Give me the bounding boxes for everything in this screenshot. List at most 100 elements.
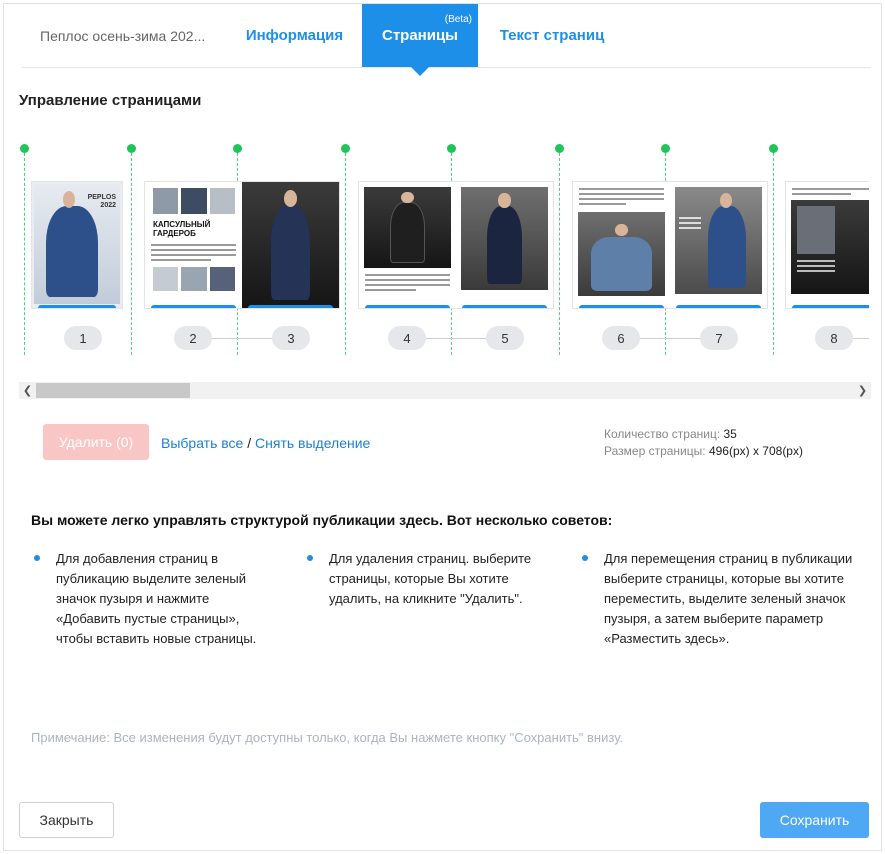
page-size-value: 496(px) x 708(px) (708, 444, 803, 458)
page-number[interactable]: 5 (486, 326, 524, 350)
page-count: Количество страниц: 35 (604, 426, 803, 443)
page-number[interactable]: 1 (64, 326, 102, 350)
photo-grid (153, 188, 235, 214)
model-head (498, 193, 511, 208)
delete-button[interactable]: Удалить (0) (43, 424, 149, 460)
page-selection-bar (365, 305, 450, 308)
insert-bubble-icon[interactable] (555, 144, 564, 153)
page-spread[interactable]: КАПСУЛЬНЫЙ ГАРДЕРОБ (144, 181, 340, 309)
insert-bubble-icon[interactable] (341, 144, 350, 153)
spread-heading: КАПСУЛЬНЫЙ ГАРДЕРОБ (153, 220, 211, 238)
text-block (365, 274, 450, 294)
horizontal-scrollbar[interactable]: ❮ ❯ (19, 382, 871, 399)
insert-line (559, 153, 560, 355)
spread-connector (639, 338, 709, 339)
insert-bubble-icon[interactable] (127, 144, 136, 153)
page-5[interactable] (456, 182, 553, 308)
page-selection-bar (151, 305, 236, 308)
page-photo (791, 200, 869, 294)
tip-item: Для удаления страниц. выберите страницы,… (307, 549, 559, 609)
page-number[interactable]: 3 (272, 326, 310, 350)
bullet-icon (307, 555, 313, 561)
pages-strip: PEPLOS 2022 КАПСУЛЬНЫЙ ГАРДЕРОБ 1 2 3 4 … (19, 134, 869, 364)
page-1[interactable]: PEPLOS 2022 (32, 182, 122, 308)
insert-bubble-icon[interactable] (447, 144, 456, 153)
page-count-label: Количество страниц: (604, 427, 721, 441)
save-button[interactable]: Сохранить (760, 802, 869, 838)
photo-grid (153, 267, 235, 291)
page-6[interactable] (573, 182, 670, 308)
page-spread[interactable] (358, 181, 554, 309)
tab-bar: Пеплос осень-зима 202... Информация Стра… (22, 4, 871, 76)
page-thumbnail[interactable] (785, 181, 869, 309)
active-tab-arrow-icon (411, 67, 429, 76)
insert-bubble-icon[interactable] (20, 144, 29, 153)
text-block (792, 188, 869, 198)
close-button[interactable]: Закрыть (19, 802, 114, 838)
insert-marker[interactable] (20, 144, 30, 356)
insert-line (773, 153, 774, 355)
cover-photo: PEPLOS 2022 (34, 184, 120, 304)
spread-connector (211, 338, 281, 339)
page-spread[interactable] (572, 181, 768, 309)
text-block (797, 260, 835, 275)
page-number[interactable]: 4 (388, 326, 426, 350)
model-figure (591, 237, 652, 291)
page-photo (675, 187, 762, 294)
beta-badge: (Beta) (444, 14, 472, 25)
page-number[interactable]: 8 (815, 326, 853, 350)
page-number[interactable]: 7 (700, 326, 738, 350)
page-selection-bar (792, 305, 869, 308)
page-selection-bar (579, 305, 664, 308)
scroll-left-icon[interactable]: ❮ (19, 382, 36, 399)
page-size-label: Размер страницы: (604, 444, 706, 458)
tab-page-text[interactable]: Текст страниц (492, 4, 612, 67)
page-selection-bar (38, 305, 116, 308)
insert-line (345, 153, 346, 355)
tip-item: Для добавления страниц в публикацию выде… (34, 549, 276, 649)
select-all-link[interactable]: Выбрать все (161, 435, 243, 451)
insert-marker[interactable] (555, 144, 565, 356)
page-photo (578, 212, 665, 296)
page-number[interactable]: 6 (602, 326, 640, 350)
page-thumbnail[interactable]: PEPLOS 2022 (31, 181, 123, 309)
tab-document-title[interactable]: Пеплос осень-зима 202... (22, 4, 227, 67)
insert-line (131, 153, 132, 355)
insert-bubble-icon[interactable] (769, 144, 778, 153)
page-selection-bar (462, 305, 547, 308)
page-number[interactable]: 2 (174, 326, 212, 350)
cover-logo: PEPLOS (87, 194, 116, 201)
page-stats: Количество страниц: 35 Размер страницы: … (604, 426, 803, 460)
insert-marker[interactable] (127, 144, 137, 356)
insert-marker[interactable] (769, 144, 779, 356)
tip-text: Для добавления страниц в публикацию выде… (56, 551, 257, 646)
insert-marker[interactable] (341, 144, 351, 356)
page-selection-bar (676, 305, 761, 308)
scrollbar-thumb[interactable] (36, 383, 190, 398)
insert-bubble-icon[interactable] (233, 144, 242, 153)
page-photo (364, 187, 451, 268)
text-block (679, 217, 701, 232)
pages-dialog: Пеплос осень-зима 202... Информация Стра… (3, 3, 882, 851)
page-2[interactable]: КАПСУЛЬНЫЙ ГАРДЕРОБ (145, 182, 242, 308)
bullet-icon (34, 555, 40, 561)
tip-text: Для перемещения страниц в публикации выб… (604, 551, 853, 646)
tip-text: Для удаления страниц. выберите страницы,… (329, 551, 532, 606)
tab-info[interactable]: Информация (227, 4, 362, 67)
deselect-link[interactable]: Снять выделение (255, 435, 370, 451)
tab-pages[interactable]: Страницы (Beta) (362, 4, 478, 76)
model-figure (271, 204, 310, 301)
insert-bubble-icon[interactable] (661, 144, 670, 153)
scroll-right-icon[interactable]: ❯ (854, 382, 871, 399)
page-size: Размер страницы: 496(px) x 708(px) (604, 443, 803, 460)
inset-photo (797, 206, 835, 254)
page-3[interactable] (242, 182, 339, 308)
model-head (401, 191, 414, 204)
page-8[interactable] (786, 182, 869, 308)
model-head (615, 223, 628, 236)
page-4[interactable] (359, 182, 456, 308)
model-figure (390, 201, 425, 264)
model-figure (46, 205, 98, 297)
page-7[interactable] (670, 182, 767, 308)
section-title: Управление страницами (19, 92, 202, 109)
